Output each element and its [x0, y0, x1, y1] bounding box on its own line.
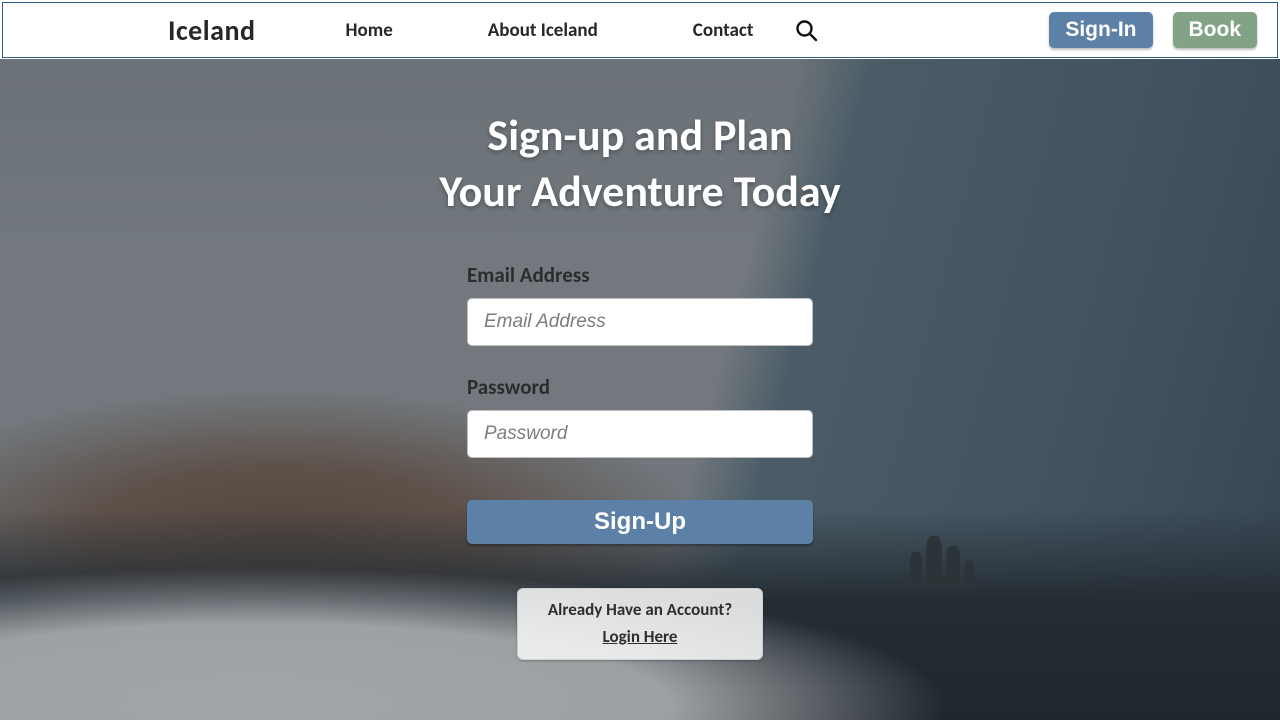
nav-links: Home About Iceland Contact — [346, 19, 754, 42]
login-question: Already Have an Account? — [530, 599, 750, 620]
signup-button[interactable]: Sign-Up — [467, 500, 813, 544]
nav-about[interactable]: About Iceland — [488, 19, 598, 42]
signup-section: Sign-up and Plan Your Adventure Today Em… — [0, 59, 1280, 720]
page-headline: Sign-up and Plan Your Adventure Today — [439, 107, 840, 220]
headline-line-1: Sign-up and Plan — [487, 108, 792, 162]
brand-logo[interactable]: Iceland — [168, 13, 256, 48]
nav-contact[interactable]: Contact — [693, 19, 754, 42]
nav-home[interactable]: Home — [346, 19, 393, 42]
login-here-link[interactable]: Login Here — [603, 626, 678, 647]
password-input[interactable] — [467, 410, 813, 458]
signup-form: Email Address Password Sign-Up Already H… — [467, 262, 813, 660]
login-card: Already Have an Account? Login Here — [517, 588, 763, 660]
password-label: Password — [467, 374, 813, 400]
email-input[interactable] — [467, 298, 813, 346]
headline-line-2: Your Adventure Today — [439, 164, 840, 218]
book-button[interactable]: Book — [1173, 12, 1258, 48]
search-icon[interactable] — [793, 17, 819, 43]
signin-button[interactable]: Sign-In — [1049, 12, 1152, 48]
top-nav: Iceland Home About Iceland Contact Sign-… — [2, 2, 1278, 58]
email-label: Email Address — [467, 262, 813, 288]
auth-buttons: Sign-In Book — [1049, 12, 1257, 48]
